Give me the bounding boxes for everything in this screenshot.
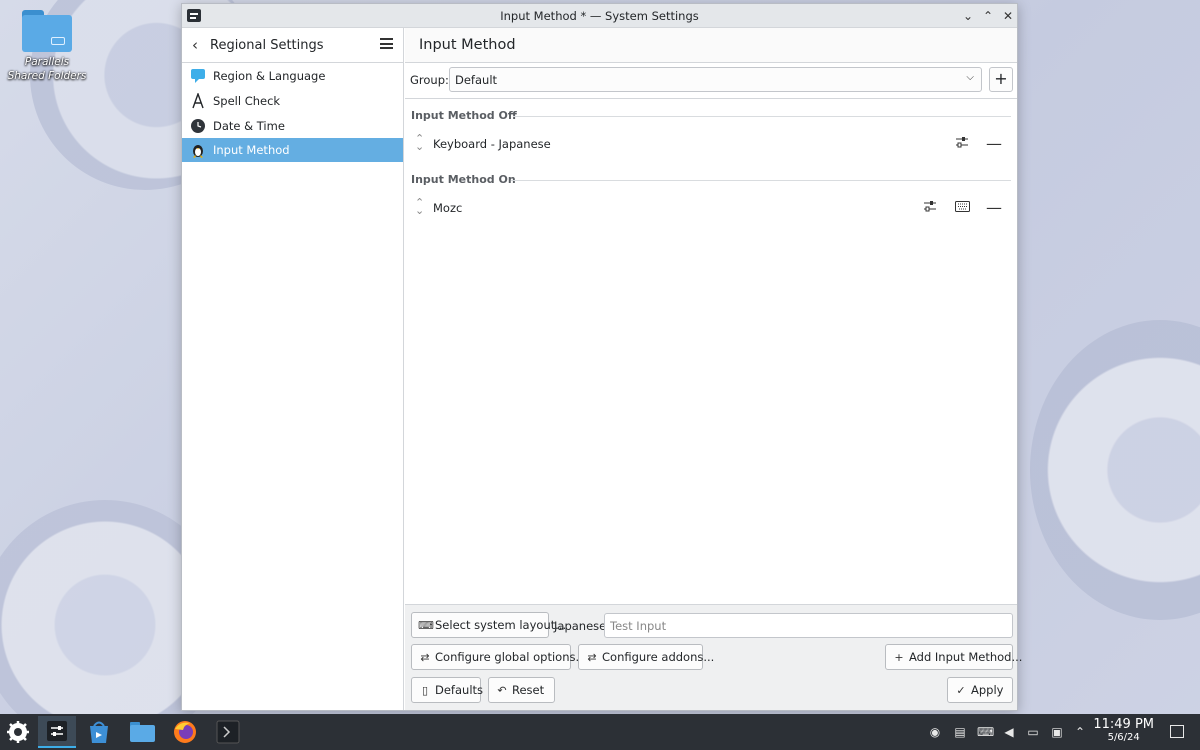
reset-button[interactable]: ↶ Reset: [488, 677, 555, 703]
title-bar[interactable]: Input Method * — System Settings ⌄ ⌃ ✕: [182, 4, 1017, 28]
maximize-button[interactable]: ⌃: [979, 7, 997, 25]
tux-icon: [190, 142, 206, 158]
select-layout-label: Select system layout...: [435, 618, 567, 632]
sidebar-item-label: Spell Check: [213, 94, 281, 108]
checkmark-icon: ✓: [956, 684, 966, 697]
sidebar-item-date-time[interactable]: Date & Time: [182, 114, 403, 138]
chevron-down-icon: ⌵: [966, 72, 974, 83]
desktop-icon-label: Parallels Shared Folders: [7, 56, 87, 82]
input-method-name: Mozc: [433, 201, 463, 215]
wallpaper-gear-right: [1030, 320, 1200, 620]
input-method-list: Input Method Off ⌃ ⌄ Keyboard - Japanese …: [405, 98, 1017, 605]
application-launcher-button[interactable]: [0, 716, 38, 748]
addons-label: Configure addons...: [602, 650, 715, 664]
taskbar: ◉ ▤ ⌨ ◀ ▭ ▣ ⌃ 11:49 PM 5/6/24: [0, 714, 1200, 750]
close-button[interactable]: ✕: [999, 7, 1017, 25]
clock-time: 11:49 PM: [1093, 717, 1154, 732]
configure-addons-button[interactable]: ⇄ Configure addons...: [578, 644, 714, 670]
drag-handle-icon[interactable]: ⌃ ⌄: [415, 133, 424, 152]
configure-sliders-icon[interactable]: [919, 197, 941, 219]
defaults-label: Defaults: [435, 683, 484, 697]
remove-button[interactable]: —: [983, 197, 1005, 219]
keyboard-tray-icon[interactable]: ⌨: [977, 724, 994, 740]
taskbar-discover[interactable]: [80, 716, 118, 748]
section-divider: [513, 116, 1011, 117]
list-item-keyboard-japanese[interactable]: ⌃ ⌄ Keyboard - Japanese —: [411, 131, 1011, 157]
section-heading-on: Input Method On: [411, 173, 516, 186]
taskbar-konsole[interactable]: [209, 716, 247, 748]
select-system-layout-button[interactable]: ⌨Select system layout...: [411, 612, 566, 638]
battery-icon[interactable]: ▭: [1025, 724, 1041, 740]
document-icon: ▯: [421, 684, 429, 697]
show-desktop-icon[interactable]: [1170, 725, 1184, 738]
sliders-icon: ⇄: [587, 651, 597, 664]
group-select-value: Default: [455, 73, 498, 87]
group-label: Group:: [410, 73, 449, 87]
apply-button[interactable]: ✓ Apply: [947, 677, 1013, 703]
configure-global-options-button[interactable]: ⇄ Configure global options...: [411, 644, 586, 670]
test-input-field[interactable]: [604, 613, 1013, 638]
minimize-button[interactable]: ⌄: [959, 7, 977, 25]
folder-icon: [22, 10, 72, 52]
bottom-toolbar: ⌨Select system layout... Japanese ⇄Confi…: [405, 605, 1022, 710]
sidebar-item-input-method[interactable]: Input Method: [182, 138, 403, 162]
taskbar-system-settings[interactable]: [38, 716, 76, 748]
input-method-name: Keyboard - Japanese: [433, 137, 551, 151]
clipboard-icon[interactable]: ▤: [952, 724, 968, 740]
sidebar-item-label: Region & Language: [213, 69, 326, 83]
desktop-icon-shared-folders[interactable]: Parallels Shared Folders: [6, 10, 88, 83]
sidebar-item-label: Date & Time: [213, 119, 285, 133]
input-method-tray-icon[interactable]: ◉: [927, 724, 943, 740]
sidebar-item-region-language[interactable]: Region & Language: [182, 64, 403, 88]
keyboard-layout-icon[interactable]: [951, 197, 973, 219]
page-title: Input Method: [419, 37, 516, 53]
clock-date: 5/6/24: [1107, 732, 1140, 743]
taskbar-firefox[interactable]: [166, 716, 204, 748]
show-hidden-icons-chevron-icon[interactable]: ⌃: [1072, 724, 1088, 740]
add-input-method-button[interactable]: + Add Input Method...: [885, 644, 1022, 670]
content-header: Input Method: [405, 28, 1017, 63]
section-divider: [511, 180, 1011, 181]
taskbar-dolphin[interactable]: [123, 716, 161, 748]
sidebar-item-label: Input Method: [213, 143, 290, 157]
sidebar-header: ‹ Regional Settings: [182, 28, 403, 63]
volume-icon[interactable]: ◀: [1001, 724, 1017, 740]
configure-sliders-icon[interactable]: [951, 133, 973, 155]
hamburger-menu-icon[interactable]: [380, 38, 393, 49]
chat-bubble-icon: [190, 68, 206, 84]
add-group-button[interactable]: +: [989, 67, 1013, 92]
remove-button[interactable]: —: [983, 133, 1005, 155]
plus-icon: +: [894, 651, 904, 664]
system-settings-window: Input Method * — System Settings ⌄ ⌃ ✕ ‹…: [181, 3, 1022, 711]
back-arrow-icon[interactable]: ‹: [192, 36, 198, 54]
letter-a-icon: [190, 91, 206, 109]
sidebar-item-spell-check[interactable]: Spell Check: [182, 89, 403, 113]
global-options-label: Configure global options...: [435, 650, 587, 664]
apply-label: Apply: [971, 683, 1004, 697]
window-title: Input Method * — System Settings: [500, 9, 699, 23]
digital-clock[interactable]: 11:49 PM 5/6/24: [1093, 717, 1154, 743]
defaults-button[interactable]: ▯ Defaults: [411, 677, 484, 703]
group-row: Group: Default ⌵ +: [405, 63, 1017, 98]
reset-label: Reset: [512, 683, 545, 697]
test-input[interactable]: [605, 614, 1012, 637]
section-heading-off: Input Method Off: [411, 109, 517, 122]
list-item-mozc[interactable]: ⌃ ⌄ Mozc —: [411, 195, 1011, 221]
sliders-icon: ⇄: [420, 651, 430, 664]
undo-icon: ↶: [497, 684, 507, 697]
clock-icon: [190, 118, 206, 134]
sidebar: ‹ Regional Settings Region & Language Sp…: [182, 28, 404, 710]
add-input-method-label: Add Input Method...: [909, 650, 1023, 664]
network-icon[interactable]: ▣: [1049, 724, 1065, 740]
drag-handle-icon[interactable]: ⌃ ⌄: [415, 197, 424, 216]
keyboard-icon: ⌨: [418, 619, 434, 632]
test-language-label: Japanese: [554, 619, 607, 633]
group-select[interactable]: Default ⌵: [449, 67, 982, 92]
main-content: Input Method Group: Default ⌵ + Input Me…: [405, 28, 1022, 710]
sidebar-title[interactable]: Regional Settings: [210, 38, 324, 53]
